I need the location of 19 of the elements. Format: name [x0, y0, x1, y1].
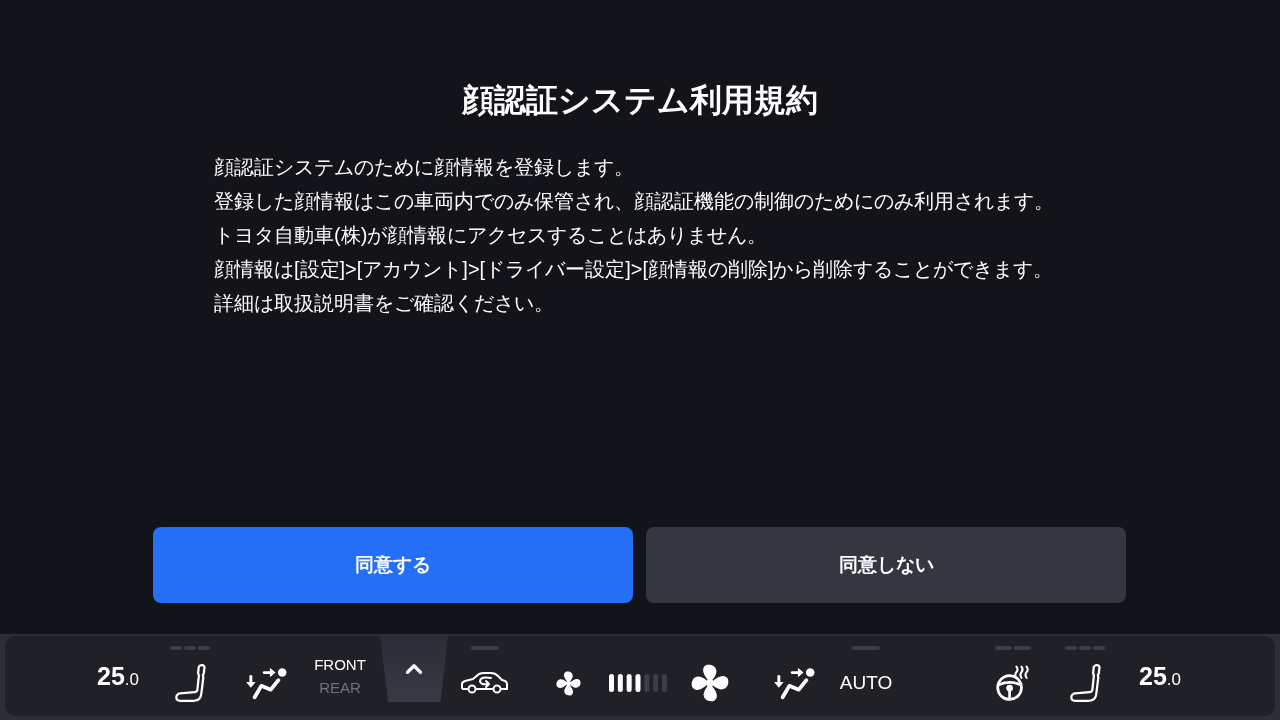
- terms-text-line: 登録した顔情報はこの車両内でのみ保管され、顔認証機能の制御のためにのみ利用されます。: [214, 189, 1054, 214]
- terms-text-line: 詳細は取扱説明書をご確認ください。: [214, 291, 554, 316]
- terms-text-line: トヨタ自動車(株)が顔情報にアクセスすることはありません。: [214, 223, 768, 248]
- dialog-title: 顔認証システム利用規約: [462, 81, 818, 120]
- car-recirculation-icon[interactable]: [459, 670, 511, 696]
- fan-speed-meter[interactable]: [609, 674, 667, 692]
- heated-steering-wheel-icon[interactable]: [996, 664, 1030, 702]
- temperature-readout: 25.0: [97, 661, 139, 693]
- terms-text-line: 顔認証システムのために顔情報を登録します。: [214, 155, 634, 180]
- large-fan-icon[interactable]: [691, 664, 729, 702]
- auto-button[interactable]: AUTO: [839, 668, 893, 698]
- zone-option[interactable]: FRONT: [314, 652, 366, 676]
- seat-icon[interactable]: [174, 664, 206, 702]
- temperature-readout: 25.0: [1139, 661, 1181, 693]
- decline-button[interactable]: 同意しない: [646, 527, 1126, 603]
- small-fan-icon[interactable]: [555, 670, 581, 696]
- seat-icon[interactable]: [1069, 664, 1101, 702]
- agree-button[interactable]: 同意する: [153, 527, 633, 603]
- terms-text-line: 顔情報は[設定]>[アカウント]>[ドライバー設定]>[顔情報の削除]から削除することができます。: [214, 257, 1054, 282]
